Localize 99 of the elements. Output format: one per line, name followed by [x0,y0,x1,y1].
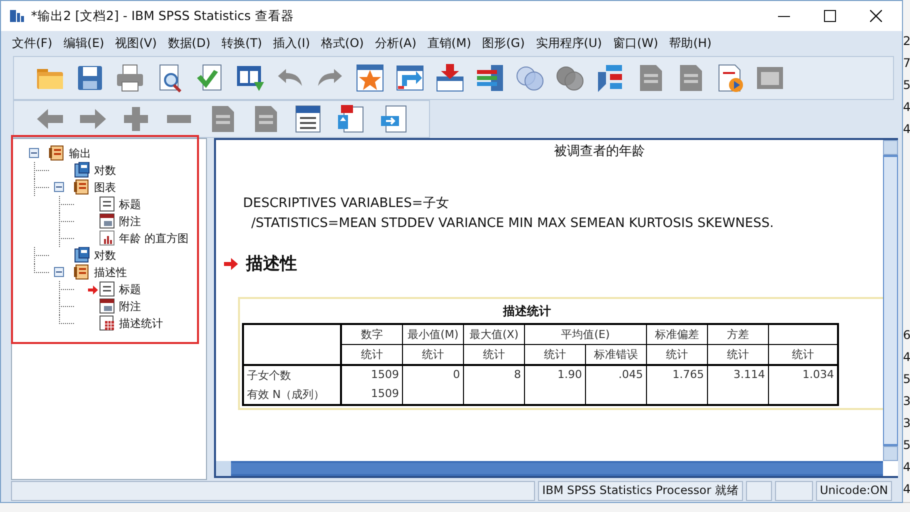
status-text: IBM SPSS Statistics Processor 就绪 [538,481,743,501]
table-cell: 1509 [341,365,402,385]
table-title: 描述统计 [502,303,552,320]
notes-icon [99,213,115,229]
table-cell: 1509 [341,385,402,405]
table-cell: 3.114 [708,365,768,385]
sheet-cell-text: 4 [903,349,910,366]
syntax-line: /STATISTICS=MEAN STDDEV VARIANCE MIN MAX SEMEAN KURTOSIS SKEWNESS. [250,215,775,233]
book-icon [74,179,90,195]
expand-toggle[interactable] [54,267,64,277]
sheet-cell-text: 4 [903,459,910,476]
menu-item[interactable]: 直销(M) [422,35,478,52]
menu-item[interactable]: 编辑(E) [58,35,110,52]
table-cell: 0 [402,365,464,385]
sheet-cell-text: 7 [903,55,910,72]
table-cell: 1.90 [524,365,586,385]
outline-item[interactable]: 对数 [94,248,116,263]
menu-item[interactable]: 格式(O) [316,35,370,52]
sheet-cell-text: 3 [903,415,910,432]
column-header: 最小值(M) [402,324,464,344]
status-text: Unicode:ON [816,481,892,501]
outline-item[interactable]: 标题 [119,282,141,297]
book-icon [74,264,90,280]
column-header: 统计 [464,344,524,365]
table-cell: 8 [464,365,524,385]
table-cell [402,385,464,405]
menu-item[interactable]: 插入(I) [268,35,316,52]
column-header: 统计 [646,344,708,365]
column-header: 统计 [402,344,464,365]
column-header: 统计 [341,344,402,365]
star-grid-icon[interactable] [354,62,386,94]
insert-icon[interactable] [434,62,466,94]
maximize-icon[interactable] [824,10,836,22]
table-cell [586,385,646,405]
menu-item[interactable]: 文件(F) [7,35,58,52]
table-page-icon [99,315,115,331]
section-heading: 描述性 [246,253,297,275]
outline-item[interactable]: 附注 [119,299,141,314]
menu-item[interactable]: 数据(D) [162,35,216,52]
table-cell [524,385,586,405]
notes-icon [99,298,115,314]
table-cell: 1.034 [768,365,838,385]
sheet-cell-text: 5 [903,371,910,388]
column-header: 标准偏差 [646,324,708,344]
sheet-cell-text: 5 [903,437,910,454]
sheet-cell-text: 4 [903,121,910,138]
outline-item[interactable]: 输出 [69,146,91,161]
outline-item[interactable]: 描述统计 [119,316,163,331]
column-header: 标准错误 [586,344,646,365]
log-icon [74,162,90,178]
column-header: 统计 [524,344,586,365]
row-header: 子女个数 [243,365,341,385]
row-header: 有效 N（成列） [243,385,341,405]
outline-item[interactable]: 年龄 的直方图 [119,231,188,246]
arrow-icon [224,256,238,270]
app-icon [9,8,25,24]
title-icon [99,281,115,297]
outline-item[interactable]: 描述性 [94,265,127,280]
sheet-cell-text: 5 [903,77,910,94]
menu-item[interactable]: 帮助(H) [664,35,718,52]
column-header: 平均值(E) [524,324,646,344]
column-header: 最大值(X) [464,324,524,344]
bar-list-icon[interactable] [474,62,506,94]
table-cell: .045 [586,365,646,385]
column-header: 统计 [708,344,768,365]
table-cell [464,385,524,405]
menu-item[interactable]: 实用程序(U) [530,35,608,52]
table-cell [708,385,768,405]
outline-item[interactable]: 图表 [94,180,116,195]
sheet-cell-text: 4 [903,481,910,498]
sheet-cell-text: 3 [903,393,910,410]
column-header: 方差 [708,324,768,344]
expand-toggle[interactable] [29,148,39,158]
horizontal-scrollbar[interactable] [216,461,883,476]
table-cell [646,385,708,405]
outline-item[interactable]: 附注 [119,214,141,229]
book-icon [49,145,65,161]
menu-item[interactable]: 窗口(W) [608,35,664,52]
syntax-line: DESCRIPTIVES VARIABLES=子女 [243,195,450,213]
window-title: *输出2 [文档2] - IBM SPSS Statistics 查看器 [31,8,294,24]
menu-item[interactable]: 图形(G) [477,35,531,52]
title-icon [99,196,115,212]
close-icon[interactable] [870,10,882,22]
sheet-cell-text: 2 [903,33,910,50]
sheet-cell-text: 4 [903,99,910,116]
outline-item[interactable]: 标题 [119,197,141,212]
expand-toggle[interactable] [54,182,64,192]
outline-item[interactable]: 对数 [94,163,116,178]
chart-page-icon [99,230,115,246]
table-title: 被调查者的年龄 [553,143,646,161]
sheet-cell-text: 6 [903,327,910,344]
menu-item[interactable]: 转换(T) [216,35,268,52]
print-icon[interactable] [114,62,146,94]
menu-item[interactable]: 视图(V) [110,35,163,52]
menu-item[interactable]: 分析(A) [370,35,422,52]
column-header: 数字 [341,324,402,344]
vertical-scrollbar[interactable] [883,140,898,461]
table-cell: 1.765 [646,365,708,385]
log-icon [74,247,90,263]
